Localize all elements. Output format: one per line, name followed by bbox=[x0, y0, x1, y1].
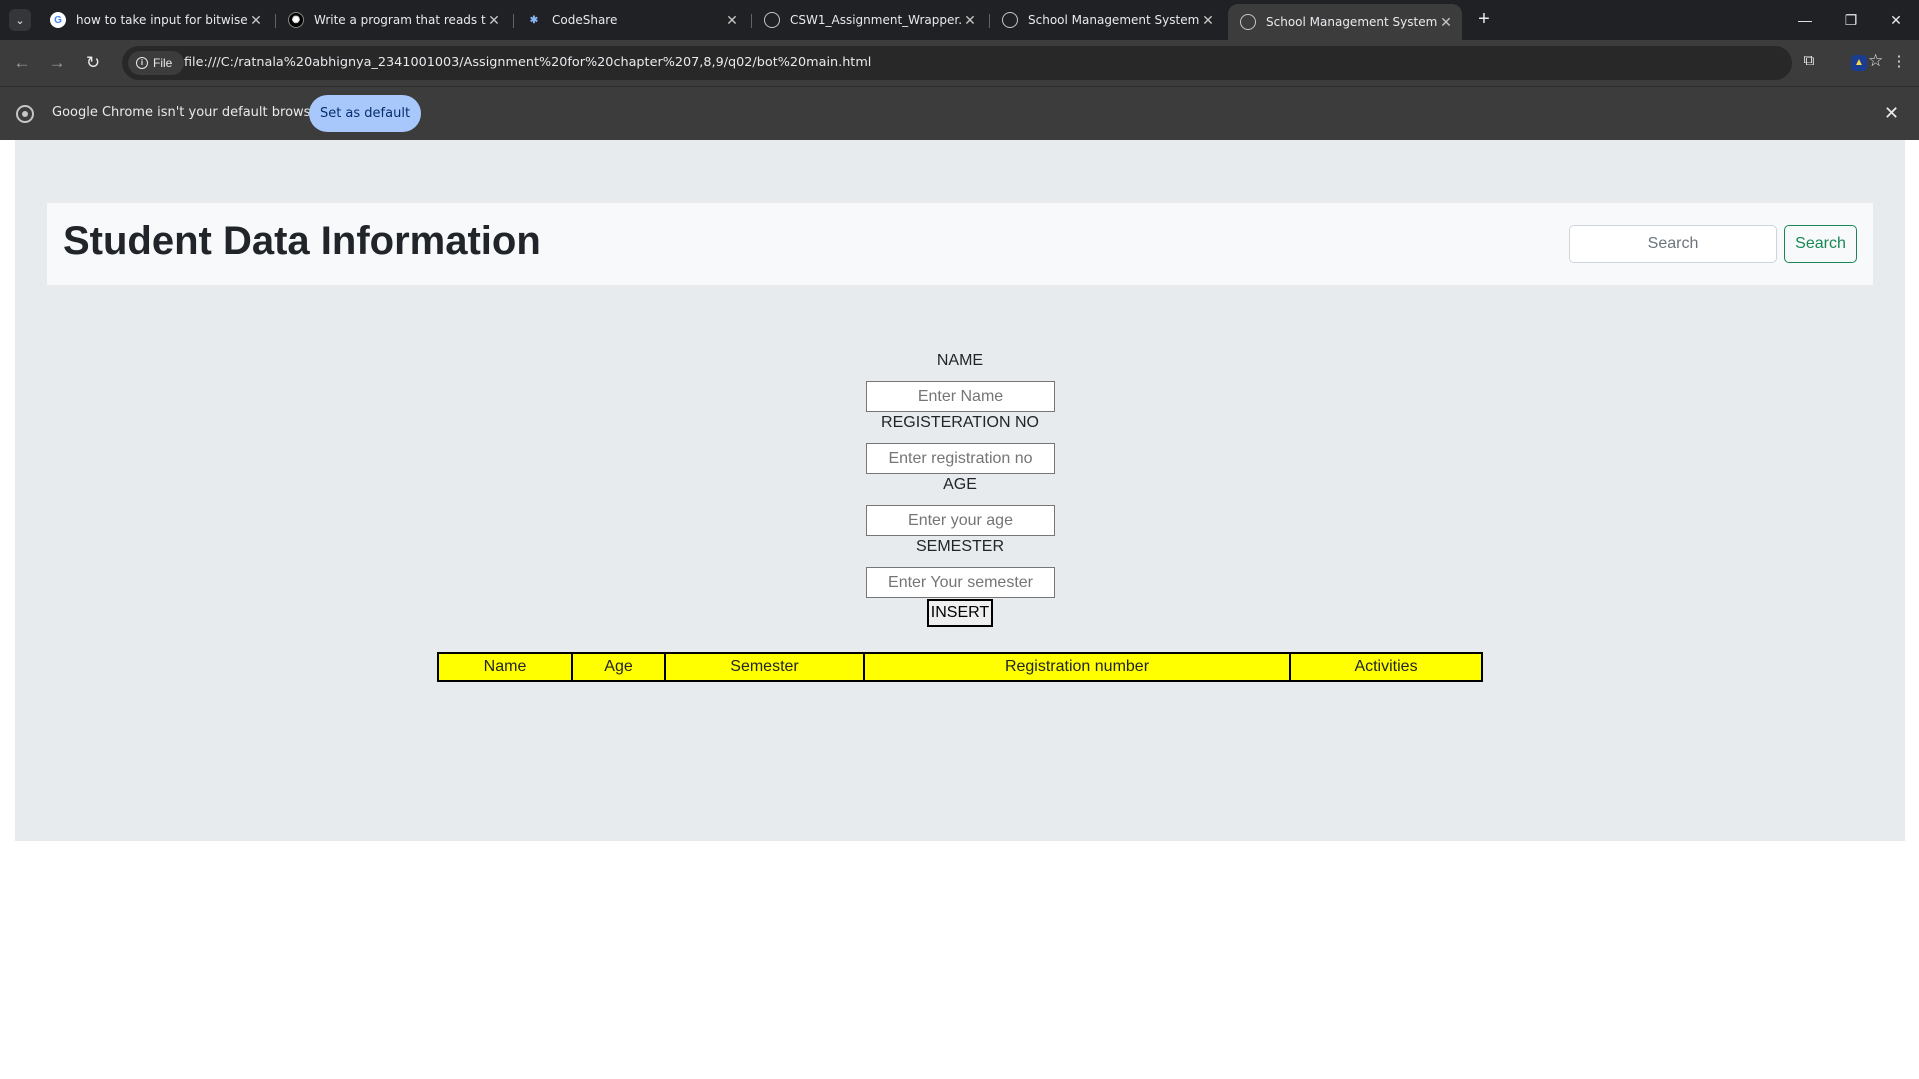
search-input[interactable] bbox=[1569, 225, 1777, 263]
tab-strip: ⌄ G how to take input for bitwise op ✕ ✺… bbox=[0, 0, 1919, 40]
tab-1[interactable]: ✺ Write a program that reads to c ✕ bbox=[276, 4, 510, 36]
column-header-age: Age bbox=[571, 652, 666, 682]
forward-arrow-icon[interactable]: → bbox=[45, 51, 69, 75]
codeshare-icon: ✱ bbox=[529, 14, 539, 26]
tab-title: how to take input for bitwise op bbox=[76, 13, 248, 27]
search-button[interactable]: Search bbox=[1784, 225, 1857, 263]
restore-icon[interactable]: ❐ bbox=[1829, 0, 1873, 40]
chatgpt-icon: ✺ bbox=[288, 12, 304, 28]
insert-button[interactable]: INSERT bbox=[927, 599, 993, 627]
tab-search-chevron-icon[interactable]: ⌄ bbox=[9, 9, 31, 31]
close-icon[interactable]: ✕ bbox=[1438, 14, 1454, 31]
tab-title: CodeShare bbox=[552, 13, 618, 27]
page-title: Student Data Information bbox=[63, 219, 541, 263]
set-as-default-button[interactable]: Set as default bbox=[309, 95, 421, 132]
semester-label: SEMESTER bbox=[915, 538, 1004, 555]
tab-title: Write a program that reads to c bbox=[314, 13, 486, 27]
semester-input[interactable] bbox=[866, 567, 1055, 598]
minimize-icon[interactable]: — bbox=[1783, 0, 1827, 40]
url-text[interactable]: file:///C:/ratnala%20abhignya_2341001003… bbox=[184, 55, 871, 70]
tab-4[interactable]: School Management System ✕ bbox=[990, 4, 1224, 36]
new-tab-plus-icon[interactable]: + bbox=[1472, 8, 1496, 32]
close-icon[interactable]: ✕ bbox=[962, 12, 978, 29]
reload-icon[interactable]: ↻ bbox=[81, 51, 105, 75]
age-label: AGE bbox=[943, 476, 977, 493]
name-label: NAME bbox=[936, 352, 984, 369]
profile-avatar-icon[interactable]: ▲ bbox=[1851, 55, 1867, 71]
back-arrow-icon[interactable]: ← bbox=[10, 51, 34, 75]
name-input[interactable] bbox=[866, 381, 1055, 412]
tab-title: School Management System bbox=[1266, 15, 1438, 29]
page-navbar: Student Data Information Search bbox=[47, 203, 1873, 285]
infobar-close-icon[interactable]: ✕ bbox=[1884, 103, 1899, 124]
tab-3[interactable]: CSW1_Assignment_Wrapper.pdf ✕ bbox=[752, 4, 986, 36]
age-input[interactable] bbox=[866, 505, 1055, 536]
column-header-registration: Registration number bbox=[863, 652, 1291, 682]
site-info-chip[interactable]: i File bbox=[128, 51, 184, 75]
close-icon[interactable]: ✕ bbox=[486, 12, 502, 29]
column-header-semester: Semester bbox=[664, 652, 865, 682]
address-bar[interactable]: i File file:///C:/ratnala%20abhignya_234… bbox=[122, 46, 1883, 80]
tab-title: CSW1_Assignment_Wrapper.pdf bbox=[790, 13, 962, 27]
site-info-label: File bbox=[153, 56, 173, 70]
tab-2[interactable]: ✱ CodeShare ✕ bbox=[514, 4, 748, 36]
default-browser-infobar: Google Chrome isn't your default browser… bbox=[0, 86, 1919, 140]
info-icon: i bbox=[136, 57, 148, 69]
globe-icon bbox=[764, 12, 780, 28]
table-header-row: Name Age Semester Registration number Ac… bbox=[437, 652, 1483, 682]
page-viewport: Student Data Information Search NAME REG… bbox=[0, 140, 1919, 1079]
close-icon[interactable]: ✕ bbox=[248, 12, 264, 29]
globe-icon bbox=[1240, 14, 1256, 30]
infobar-message: Google Chrome isn't your default browser bbox=[52, 105, 324, 120]
student-table: Name Age Semester Registration number Ac… bbox=[437, 652, 1483, 682]
column-header-name: Name bbox=[437, 652, 573, 682]
google-icon: G bbox=[50, 12, 66, 28]
close-icon[interactable]: ✕ bbox=[724, 12, 740, 29]
globe-icon bbox=[1002, 12, 1018, 28]
close-icon[interactable]: ✕ bbox=[1200, 12, 1216, 29]
tab-5-active[interactable]: School Management System ✕ bbox=[1228, 4, 1462, 40]
registration-label: REGISTERATION NO bbox=[881, 414, 1039, 431]
column-header-activities: Activities bbox=[1289, 652, 1483, 682]
tab-title: School Management System bbox=[1028, 13, 1200, 27]
window-close-icon[interactable]: ✕ bbox=[1874, 0, 1918, 40]
chrome-logo-icon bbox=[16, 105, 34, 123]
bookmark-star-icon[interactable]: ☆ bbox=[1868, 51, 1883, 71]
tab-0[interactable]: G how to take input for bitwise op ✕ bbox=[38, 4, 272, 36]
registration-input[interactable] bbox=[866, 443, 1055, 474]
more-vertical-icon[interactable]: ⋮ bbox=[1888, 52, 1910, 74]
browser-toolbar: ← → ↻ i File file:///C:/ratnala%20abhign… bbox=[0, 40, 1919, 86]
extensions-puzzle-icon[interactable]: ⧉ bbox=[1798, 52, 1820, 74]
